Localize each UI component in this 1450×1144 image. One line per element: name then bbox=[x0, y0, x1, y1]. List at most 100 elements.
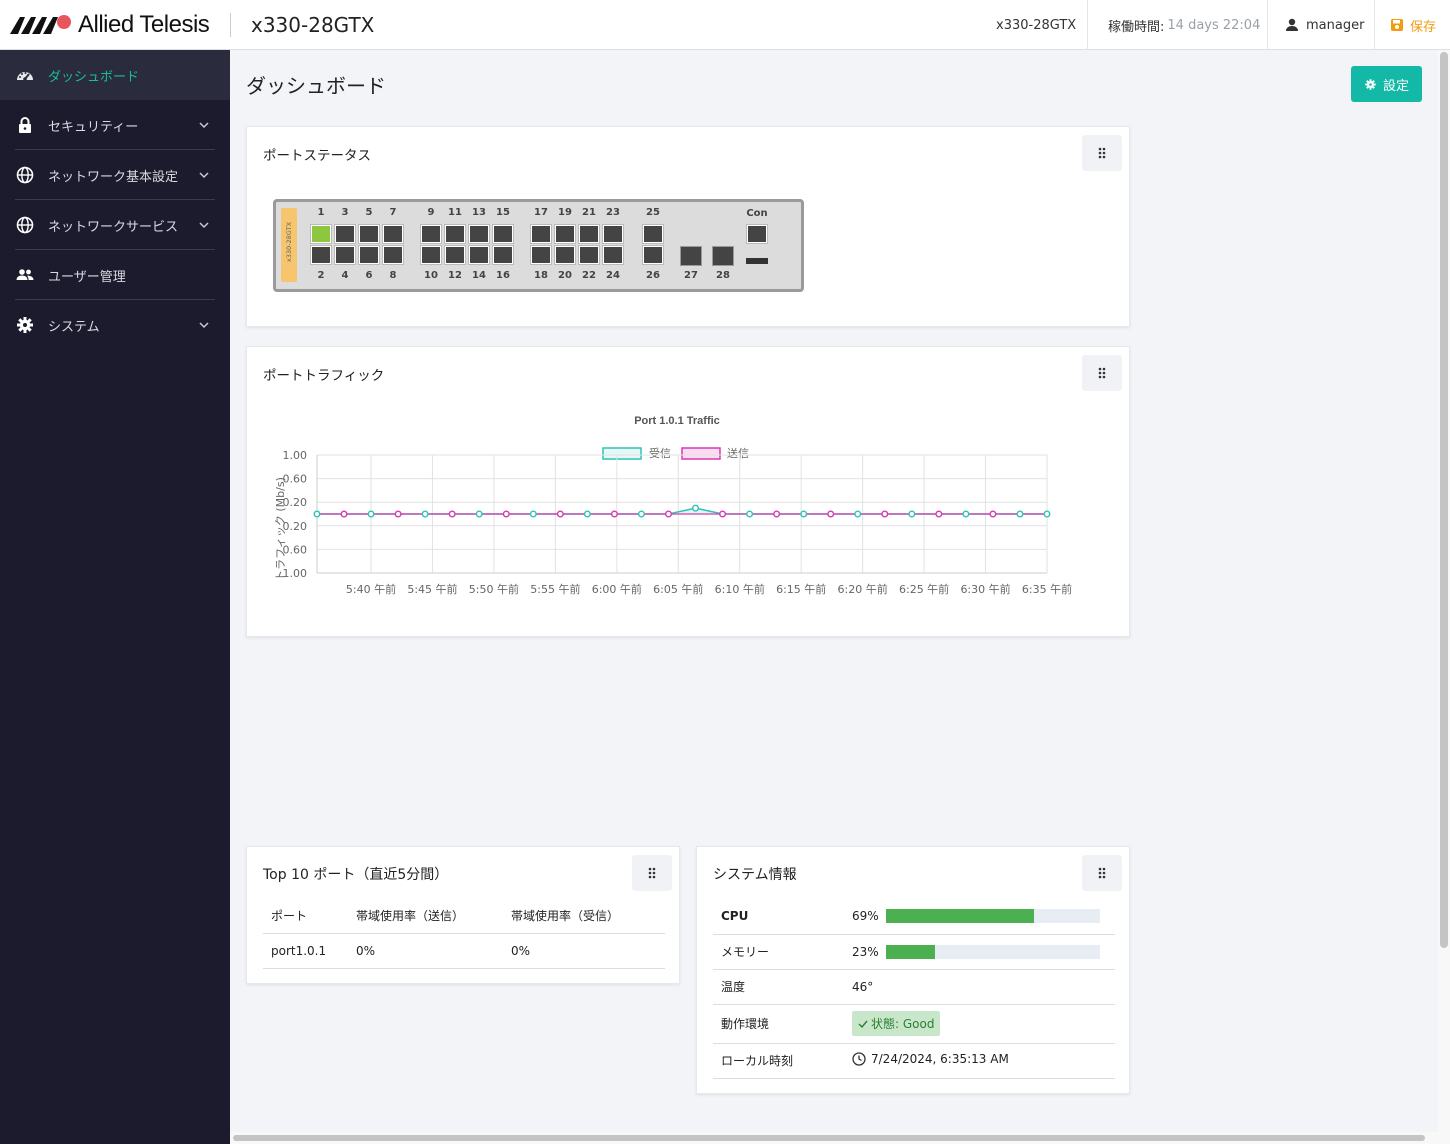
y-tick-label: 0.20 bbox=[283, 496, 308, 509]
port-19[interactable] bbox=[556, 226, 574, 242]
check-icon bbox=[858, 1020, 868, 1028]
port-12[interactable] bbox=[446, 247, 464, 263]
card-menu-button[interactable] bbox=[1082, 355, 1122, 391]
port-label: 2 bbox=[317, 270, 325, 281]
cpu-row: CPU 69% bbox=[713, 899, 1115, 934]
card-menu-button[interactable] bbox=[632, 855, 672, 891]
horizontal-scrollbar[interactable] bbox=[230, 1132, 1438, 1144]
port-9[interactable] bbox=[422, 226, 440, 242]
port-20[interactable] bbox=[556, 247, 574, 263]
rx-point bbox=[583, 510, 591, 518]
x-tick-label: 6:25 午前 bbox=[899, 582, 949, 596]
settings-button[interactable]: 設定 bbox=[1351, 66, 1422, 102]
x-tick-label: 6:15 午前 bbox=[776, 582, 826, 596]
tx-cell: 0% bbox=[356, 943, 376, 958]
port-label: 12 bbox=[448, 270, 462, 281]
sidebar-item-dashboard[interactable]: ダッシュボード bbox=[0, 50, 230, 100]
tx-point bbox=[502, 510, 510, 518]
sidebar-item-system[interactable]: システム bbox=[0, 300, 230, 350]
tx-point bbox=[827, 510, 835, 518]
port-18[interactable] bbox=[532, 247, 550, 263]
port-14[interactable] bbox=[470, 247, 488, 263]
cpu-label: CPU bbox=[721, 909, 749, 924]
rx-point bbox=[475, 510, 483, 518]
port-23[interactable] bbox=[604, 226, 622, 242]
port-4[interactable] bbox=[336, 247, 354, 263]
globe-icon bbox=[16, 216, 34, 234]
rx-point bbox=[746, 510, 754, 518]
local-time-value: 7/24/2024, 6:35:13 AM bbox=[871, 1052, 1009, 1066]
column-header: 帯域使用率（受信） bbox=[511, 909, 620, 924]
port-label: 22 bbox=[582, 270, 596, 281]
legend-label-rx: 受信 bbox=[649, 447, 671, 460]
y-tick-label: 0.60 bbox=[283, 543, 308, 556]
port-6[interactable] bbox=[360, 247, 378, 263]
console-port[interactable] bbox=[748, 226, 766, 242]
card-menu-button[interactable] bbox=[1082, 855, 1122, 891]
drag-handle-icon bbox=[648, 867, 656, 879]
environment-row: 動作環境 状態: Good bbox=[713, 1004, 1115, 1043]
header-separator bbox=[1267, 0, 1268, 50]
port-26[interactable] bbox=[644, 247, 662, 263]
device-title: x330-28GTX bbox=[251, 13, 375, 37]
gear-icon bbox=[1365, 78, 1376, 90]
usb-port[interactable] bbox=[746, 258, 768, 264]
card-menu-button[interactable] bbox=[1082, 135, 1122, 171]
save-button[interactable]: 保存 bbox=[1390, 0, 1436, 50]
port-7[interactable] bbox=[384, 226, 402, 242]
tx-point bbox=[719, 510, 727, 518]
port-label: 7 bbox=[389, 207, 397, 218]
uptime-label: 稼働時間: bbox=[1108, 19, 1165, 35]
drag-handle-icon bbox=[1098, 867, 1106, 879]
port-1[interactable] bbox=[312, 226, 330, 242]
scrollbar-thumb[interactable] bbox=[233, 1135, 1425, 1141]
sidebar-item-label: ネットワークサービス bbox=[48, 220, 179, 235]
tx-point bbox=[394, 510, 402, 518]
page-title: ダッシュボード bbox=[246, 74, 386, 98]
x-tick-label: 6:00 午前 bbox=[592, 582, 642, 596]
user-menu[interactable]: manager bbox=[1285, 0, 1364, 50]
port-label: 18 bbox=[534, 270, 548, 281]
sidebar-item-user-management[interactable]: ユーザー管理 bbox=[0, 250, 230, 300]
environment-label: 動作環境 bbox=[721, 1017, 770, 1031]
port-28[interactable] bbox=[712, 246, 734, 266]
port-24[interactable] bbox=[604, 247, 622, 263]
rx-point bbox=[1016, 510, 1024, 518]
brand-name: Allied Telesis bbox=[78, 11, 210, 38]
sidebar-item-network-services[interactable]: ネットワークサービス bbox=[0, 200, 230, 250]
port-16[interactable] bbox=[494, 247, 512, 263]
gear-icon bbox=[17, 317, 33, 333]
port-11[interactable] bbox=[446, 226, 464, 242]
port-5[interactable] bbox=[360, 226, 378, 242]
port-2[interactable] bbox=[312, 247, 330, 263]
port-25[interactable] bbox=[644, 226, 662, 242]
port-10[interactable] bbox=[422, 247, 440, 263]
tx-point bbox=[664, 510, 672, 518]
scrollbar-thumb[interactable] bbox=[1440, 52, 1448, 948]
cpu-value: 69% bbox=[852, 909, 879, 924]
card-title: Top 10 ポート（直近5分間） bbox=[263, 867, 449, 883]
port-cell: port1.0.1 bbox=[271, 943, 327, 958]
rx-point bbox=[367, 510, 375, 518]
port-3[interactable] bbox=[336, 226, 354, 242]
port-15[interactable] bbox=[494, 226, 512, 242]
port-label: 16 bbox=[496, 270, 510, 281]
port-27[interactable] bbox=[680, 246, 702, 266]
port-8[interactable] bbox=[384, 247, 402, 263]
brand-logo[interactable]: Allied Telesis bbox=[10, 12, 210, 38]
port-label: 14 bbox=[472, 270, 486, 281]
port-label: 1 bbox=[317, 207, 325, 218]
port-label: 25 bbox=[646, 207, 660, 218]
sidebar-item-security[interactable]: セキュリティー bbox=[0, 100, 230, 150]
sidebar-item-network-basic[interactable]: ネットワーク基本設定 bbox=[0, 150, 230, 200]
port-22[interactable] bbox=[580, 247, 598, 263]
drag-handle-icon bbox=[1098, 147, 1106, 159]
port-17[interactable] bbox=[532, 226, 550, 242]
port-label: 28 bbox=[716, 270, 730, 281]
port-21[interactable] bbox=[580, 226, 598, 242]
vertical-scrollbar[interactable] bbox=[1438, 50, 1450, 1144]
rx-point bbox=[692, 504, 700, 512]
chart-series bbox=[313, 504, 1051, 518]
rx-point bbox=[962, 510, 970, 518]
port-13[interactable] bbox=[470, 226, 488, 242]
